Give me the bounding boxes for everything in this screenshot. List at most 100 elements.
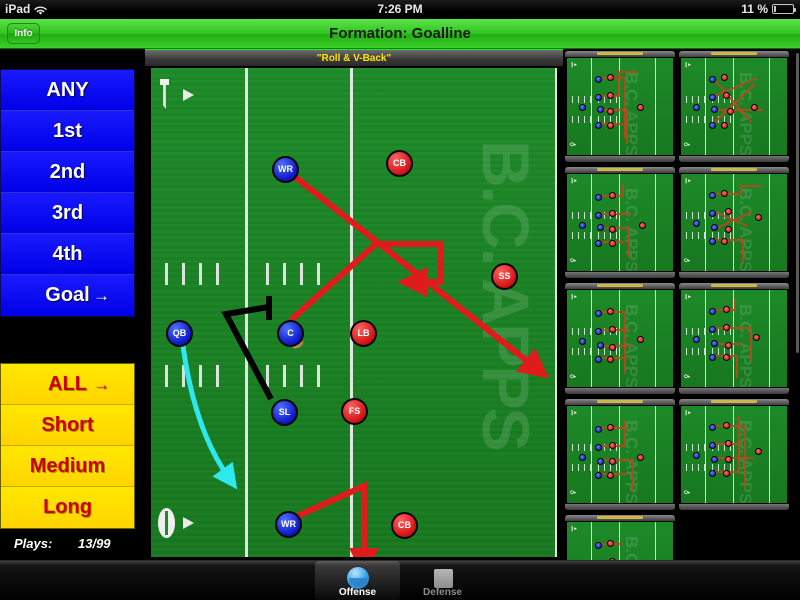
thumbnail-offense-player [595, 194, 602, 201]
player-label: SL [278, 407, 291, 417]
thumbnail-offense-player [597, 342, 604, 349]
thumbnail-title-bar [565, 51, 675, 57]
thumbnail-offense-player [595, 122, 602, 129]
player-fs[interactable]: FS [341, 398, 368, 425]
thumbnail-title-bar [679, 399, 789, 405]
battery-percent: 11 % [741, 2, 768, 16]
thumbnail-card[interactable]: B.C. APPS❙▸⭘▸ [679, 399, 789, 510]
player-label: SS [498, 271, 511, 281]
thumbnail-defense-player [609, 326, 616, 333]
plays-counter-label: Plays: [14, 536, 53, 551]
thumbnail-defense-player [607, 472, 614, 479]
player-label: CB [393, 158, 406, 168]
thumbnail-offense-player [595, 240, 602, 247]
thumbnail-title-bar [565, 283, 675, 289]
tab-defense[interactable]: Defense [400, 561, 485, 600]
thumbnail-field: B.C. APPS❙▸⭘▸ [567, 174, 673, 271]
tab-offense[interactable]: Offense [315, 561, 400, 600]
thumbnail-defense-player [725, 208, 732, 215]
thumbnail-defense-player [723, 92, 730, 99]
thumbnail-title-bar [679, 283, 789, 289]
sidebar-item-1st[interactable]: 1st [1, 111, 134, 152]
thumbnail-card[interactable]: B.C. APPS❙▸⭘▸ [565, 399, 675, 510]
thumbnail-footer-bar [679, 156, 789, 162]
thumbnail-defense-player [609, 344, 616, 351]
player-lb[interactable]: LB [350, 320, 377, 347]
thumbnail-offense-player [693, 104, 700, 111]
plays-counter-value: 13/99 [78, 536, 111, 551]
thumbnail-card[interactable]: B.C. APPS❙▸⭘▸ [565, 51, 675, 162]
thumbnail-offense-player [711, 224, 718, 231]
thumbnail-title-bar [679, 167, 789, 173]
thumbnail-title-bar [565, 399, 675, 405]
route-overlay [179, 169, 550, 557]
thumbnail-defense-player [637, 104, 644, 111]
thumbnail-card[interactable]: B.C. APPS❙▸⭘▸ [565, 283, 675, 394]
dist-arrow-all: → [93, 375, 110, 394]
sidebar-item-short[interactable]: Short [1, 405, 134, 446]
thumbnail-offense-player [711, 340, 718, 347]
player-label: CB [398, 520, 411, 530]
thumbnail-card[interactable]: B.C. APPS❙▸⭘▸ [565, 167, 675, 278]
thumbnail-defense-player [607, 308, 614, 315]
thumbnail-offense-player [595, 426, 602, 433]
thumbnail-field: B.C. APPS❙▸⭘▸ [681, 174, 787, 271]
sidebar-item-all[interactable]: ALL → [1, 364, 134, 405]
thumbnail-defense-player [607, 108, 614, 115]
thumbnail-field: B.C. APPS❙▸⭘▸ [567, 522, 673, 560]
player-wr-bottom[interactable]: WR [275, 511, 302, 538]
thumbnail-defense-player [609, 458, 616, 465]
down-label-3rd: 3rd [51, 202, 84, 224]
thumbnail-scrollbar[interactable] [796, 53, 799, 353]
player-center[interactable]: C [277, 320, 304, 347]
thumbnail-grid: B.C. APPS ❙▸ ⭘▸ B.C. APPS ❙▸ ⭘▸ B.C. APPS ❙▸ ⭘▸ B… [565, 51, 798, 560]
thumbnail-field: B.C. APPS❙▸⭘▸ [567, 290, 673, 387]
thumbnail-footer-bar [565, 504, 675, 510]
thumbnail-offense-player [709, 424, 716, 431]
sidebar-item-2nd[interactable]: 2nd [1, 152, 134, 193]
sidebar-item-4th[interactable]: 4th [1, 234, 134, 275]
battery-icon [772, 4, 796, 14]
thumbnail-card[interactable]: B.C. APPS❙▸⭘▸ [679, 167, 789, 278]
player-qb[interactable]: QB [166, 320, 193, 347]
player-wr-top[interactable]: WR [272, 156, 299, 183]
football-field[interactable]: B.C. APPS WR CB SS QB C LB SL FS WR CB [151, 68, 557, 557]
thumbnail-defense-player [721, 238, 728, 245]
thumbnail-defense-player [753, 334, 760, 341]
thumbnail-offense-player [579, 222, 586, 229]
sidebar-item-long[interactable]: Long [1, 487, 134, 528]
play-thumbnail-list[interactable]: B.C. APPS ❙▸ ⭘▸ B.C. APPS ❙▸ ⭘▸ B.C. APPS ❙▸ ⭘▸ B… [563, 49, 800, 560]
thumbnail-defense-player [723, 324, 730, 331]
thumbnail-card[interactable]: B.C. APPS❙▸⭘▸ [565, 515, 675, 560]
sidebar-item-goal[interactable]: Goal → [1, 275, 134, 316]
dist-label-all: ALL [48, 373, 87, 395]
navigation-bar: Info Formation: Goalline [0, 19, 800, 49]
thumbnail-card[interactable]: B.C. APPS❙▸⭘▸ [679, 283, 789, 394]
sidebar-item-medium[interactable]: Medium [1, 446, 134, 487]
player-cb-bottom[interactable]: CB [391, 512, 418, 539]
thumbnail-offense-player [595, 310, 602, 317]
thumbnail-defense-player [639, 222, 646, 229]
thumbnail-defense-player [725, 456, 732, 463]
thumbnail-offense-player [709, 192, 716, 199]
down-label-any: ANY [46, 79, 89, 101]
thumbnail-offense-player [693, 452, 700, 459]
thumbnail-defense-player [751, 104, 758, 111]
player-cb-top[interactable]: CB [386, 150, 413, 177]
thumbnail-defense-player [607, 356, 614, 363]
player-ss[interactable]: SS [491, 263, 518, 290]
player-label: WR [281, 519, 296, 529]
thumbnail-field: B.C. APPS❙▸⭘▸ [567, 58, 673, 155]
thumbnail-defense-player [755, 214, 762, 221]
bottom-tab-bar: Offense Defense [0, 560, 800, 600]
thumbnail-title-bar [679, 51, 789, 57]
thumbnail-card[interactable]: B.C. APPS❙▸⭘▸ [679, 51, 789, 162]
thumbnail-field: B.C. APPS❙▸⭘▸ [567, 406, 673, 503]
sidebar-item-any[interactable]: ANY [1, 70, 134, 111]
player-slot[interactable]: SL [271, 399, 298, 426]
player-label: FS [348, 406, 361, 416]
thumbnail-offense-player [709, 94, 716, 101]
thumbnail-offense-player [709, 442, 716, 449]
thumbnail-defense-player [723, 354, 730, 361]
sidebar-item-3rd[interactable]: 3rd [1, 193, 134, 234]
